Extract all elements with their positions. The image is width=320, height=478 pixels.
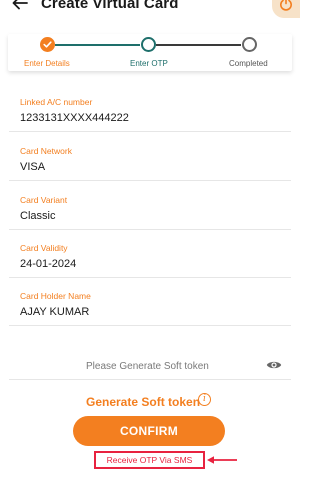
field-label: Card Validity [20, 243, 68, 253]
card-validity-field: Card Validity 24-01-2024 [9, 238, 291, 278]
step-label-enter-details: Enter Details [24, 59, 70, 68]
power-icon [280, 0, 292, 11]
soft-token-placeholder: Please Generate Soft token [86, 361, 209, 372]
annotation-arrow-icon [205, 452, 239, 470]
step-done-node [40, 37, 55, 52]
progress-stepper: Enter Details Enter OTP Completed [0, 30, 300, 74]
step-connector [156, 44, 241, 46]
field-value: AJAY KUMAR [20, 306, 90, 318]
card-network-field: Card Network VISA [9, 141, 291, 181]
field-value: VISA [20, 161, 46, 173]
field-label: Card Network [20, 146, 72, 156]
field-value: Classic [20, 210, 56, 222]
card-holder-name-field: Card Holder Name AJAY KUMAR [9, 286, 291, 326]
step-connector [55, 44, 140, 46]
info-icon[interactable]: i [198, 393, 211, 406]
page-title: Create Virtual Card [41, 0, 179, 12]
field-value: 1233131XXXX444222 [20, 112, 129, 124]
field-label: Linked A/C number [20, 97, 93, 107]
power-button[interactable] [272, 0, 300, 18]
step-pending-node [242, 37, 257, 52]
generate-soft-token-link[interactable]: Generate Soft token [86, 395, 200, 409]
step-active-node [141, 37, 156, 52]
arrow-left-icon[interactable] [11, 0, 29, 12]
app-header: Create Virtual Card [0, 0, 300, 18]
field-label: Card Variant [20, 195, 68, 205]
field-label: Card Holder Name [20, 291, 91, 301]
check-icon [43, 41, 52, 48]
receive-otp-sms-link[interactable]: Receive OTP Via SMS [94, 451, 205, 469]
card-variant-field: Card Variant Classic [9, 190, 291, 230]
step-label-completed: Completed [229, 59, 268, 68]
linked-account-field: Linked A/C number 1233131XXXX444222 [9, 92, 291, 132]
field-value: 24-01-2024 [20, 258, 77, 270]
confirm-button[interactable]: CONFIRM [73, 416, 225, 446]
soft-token-input[interactable]: Please Generate Soft token [9, 350, 291, 380]
eye-icon[interactable] [266, 358, 282, 376]
step-label-enter-otp: Enter OTP [130, 59, 168, 68]
